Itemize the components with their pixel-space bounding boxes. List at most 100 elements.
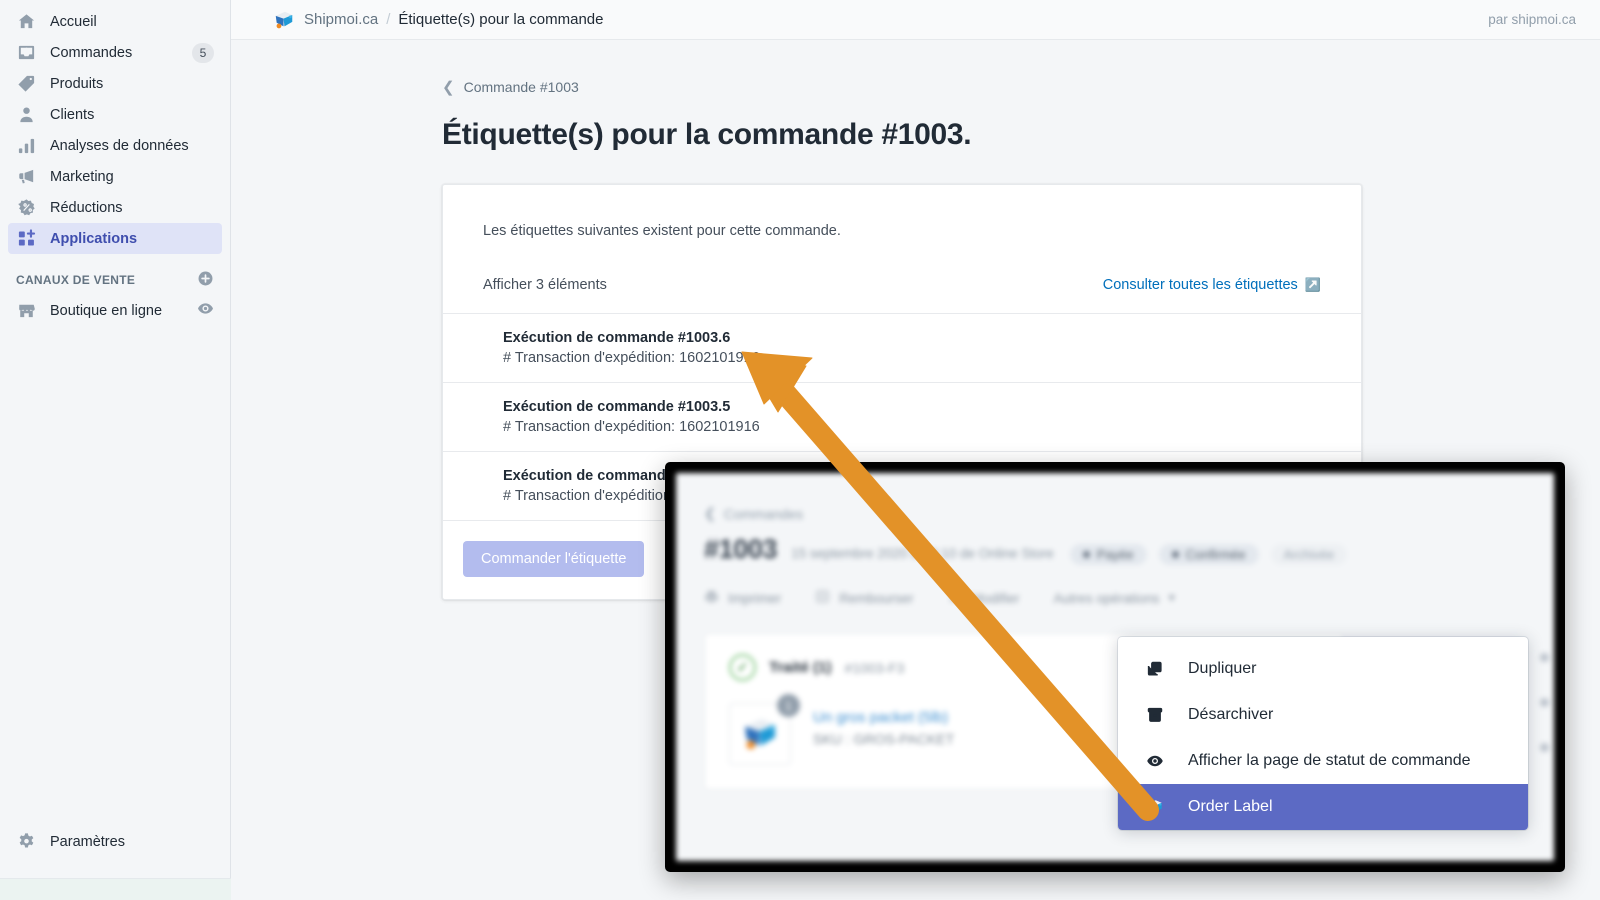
gear-icon [16, 832, 36, 852]
overlay-back-label: Commandes [723, 505, 804, 522]
orders-count-badge: 5 [192, 42, 214, 63]
topbar: Shipmoi.ca / Étiquette(s) pour la comman… [231, 0, 1600, 40]
sidebar-item-analyses[interactable]: Analyses de données [8, 130, 222, 161]
overlay-action-label: Autres opérations [1053, 590, 1160, 606]
sidebar-item-label: Applications [50, 230, 138, 247]
menu-item-order-label[interactable]: Order Label [1118, 784, 1528, 830]
sidebar-section-title: Canaux de vente [16, 273, 136, 287]
status-badge: Confirmée [1158, 544, 1259, 565]
tag-icon [16, 74, 36, 94]
chevron-left-icon: ❮ [704, 505, 716, 521]
menu-item-afficher-page-statut[interactable]: Afficher la page de statut de commande [1118, 738, 1528, 784]
eye-icon [1144, 750, 1166, 772]
sidebar-item-label: Produits [50, 75, 104, 92]
overlay-fulfillment-status: Traité (1) [769, 659, 832, 676]
back-to-order-link[interactable]: ❮ Commande #1003 [442, 78, 1362, 96]
discount-percent-icon [16, 198, 36, 218]
shipmoi-logo-icon [1144, 796, 1166, 818]
person-icon [16, 105, 36, 125]
orders-inbox-icon [16, 43, 36, 63]
menu-item-label: Dupliquer [1188, 660, 1257, 677]
apps-grid-icon [16, 229, 36, 249]
overlay-order-header: #1003 15 septembre 2020 à 14:10 de Onlin… [704, 534, 1554, 565]
home-icon [16, 12, 36, 32]
status-badge-label: Archivée [1283, 547, 1335, 562]
overlay-action-label: Rembourser [839, 590, 914, 606]
overlay-side-dots [1540, 653, 1550, 803]
page-title: Étiquette(s) pour la commande #1003. [442, 118, 972, 151]
overlay-line-item-price: $0.00 × 1 $0.00 [1104, 860, 1254, 861]
view-all-labels-link[interactable]: Consulter toutes les étiquettes ↗️ [1103, 277, 1321, 293]
sidebar-footer-strip [0, 878, 231, 900]
overlay-product-name[interactable]: Un gros packet (5lb) [813, 709, 948, 726]
sidebar-item-marketing[interactable]: Marketing [8, 161, 222, 192]
fulfillment-subtitle: # Transaction d'expédition: 1602101916 [503, 419, 760, 435]
overlay-order-number: #1003 [704, 534, 778, 564]
sidebar-item-label: Clients [50, 106, 95, 123]
fulfillment-row[interactable]: Exécution de commande #1003.5 # Transact… [443, 382, 1361, 451]
view-all-labels-label: Consulter toutes les étiquettes [1102, 277, 1298, 293]
breadcrumb-app-name[interactable]: Shipmoi.ca [304, 11, 378, 28]
menu-item-label: Désarchiver [1188, 706, 1274, 723]
sidebar-item-label: Analyses de données [50, 137, 189, 154]
more-actions-dropdown-menu: Dupliquer Désarchiver Afficher la page d… [1118, 637, 1528, 830]
caret-down-icon: ▾ [1168, 590, 1176, 605]
menu-item-desarchiver[interactable]: Désarchiver [1118, 692, 1528, 738]
breadcrumb-separator: / [386, 11, 391, 28]
dot-icon [1540, 653, 1549, 662]
fulfillment-title: Exécution de commande #1003.5 [503, 399, 731, 415]
sidebar-item-reductions[interactable]: Réductions [8, 192, 222, 223]
fulfillment-title: Exécution de commande #1003.6 [503, 330, 731, 346]
overlay-refund-button[interactable]: Rembourser [815, 589, 914, 607]
sidebar-item-parametres[interactable]: Paramètres [8, 826, 223, 857]
overlay-back-link[interactable]: ❮ Commandes [704, 505, 1554, 522]
status-badge-label: Confirmée [1185, 547, 1246, 562]
check-circle-icon: ✓ [729, 654, 756, 681]
overlay-fulfillment-id: #1003-F3 [844, 659, 905, 676]
sidebar-item-boutique-en-ligne[interactable]: Boutique en ligne [8, 295, 222, 326]
overlay-print-button[interactable]: Imprimer [704, 589, 781, 607]
dot-icon [1540, 698, 1549, 707]
sidebar: Accueil Commandes 5 Produits Clients Ana… [0, 0, 231, 900]
printer-icon [704, 589, 719, 607]
storefront-icon [16, 301, 36, 321]
overlay-more-actions-button[interactable]: Autres opérations ▾ [1054, 590, 1176, 606]
shipmoi-logo-icon [273, 9, 295, 31]
sidebar-item-label: Commandes [50, 44, 133, 61]
menu-item-label: Order Label [1188, 798, 1273, 815]
sidebar-item-produits[interactable]: Produits [8, 68, 222, 99]
fulfillment-row[interactable]: Exécution de commande #1003.6 # Transact… [443, 313, 1361, 382]
sidebar-settings-row: Paramètres [0, 826, 231, 857]
card-intro-text: Les étiquettes suivantes existent pour c… [483, 223, 841, 239]
refund-icon [815, 589, 830, 607]
overlay-edit-button[interactable]: Modifier [948, 589, 1020, 607]
overlay-action-bar: Imprimer Rembourser Modifier Autres opér… [704, 589, 1554, 607]
overlay-product-sku: SKU : GROS-PACKET [813, 731, 955, 747]
sidebar-item-commandes[interactable]: Commandes 5 [8, 37, 222, 68]
plus-circle-icon[interactable] [197, 270, 214, 290]
app-root: Accueil Commandes 5 Produits Clients Ana… [0, 0, 1600, 900]
back-link-label: Commande #1003 [463, 79, 579, 95]
sidebar-section-canaux-de-vente: Canaux de vente [8, 265, 222, 295]
order-label-button[interactable]: Commander l'étiquette [463, 541, 645, 577]
dot-icon [1540, 743, 1549, 752]
overlay-action-label: Modifier [971, 590, 1020, 606]
menu-item-label: Afficher la page de statut de commande [1188, 752, 1471, 769]
sidebar-item-label: Paramètres [50, 833, 125, 850]
pencil-icon [948, 589, 963, 607]
unarchive-icon [1144, 704, 1166, 726]
sidebar-item-label: Accueil [50, 13, 97, 30]
menu-item-dupliquer[interactable]: Dupliquer [1118, 646, 1528, 692]
sidebar-item-label: Boutique en ligne [50, 302, 163, 319]
eye-icon[interactable] [197, 300, 214, 321]
sidebar-item-applications[interactable]: Applications [8, 223, 222, 254]
sidebar-item-clients[interactable]: Clients [8, 99, 222, 130]
overlay-line-item-text: Un gros packet (5lb) SKU : GROS-PACKET [813, 703, 954, 765]
external-link-icon: ↗️ [1304, 277, 1321, 292]
fulfillment-subtitle: # Transaction d'expédition: 1602101916 [503, 350, 760, 366]
sidebar-item-label: Marketing [50, 168, 114, 185]
shipmoi-logo-icon [745, 719, 775, 750]
bar-chart-icon [16, 136, 36, 156]
sidebar-item-accueil[interactable]: Accueil [8, 6, 222, 37]
